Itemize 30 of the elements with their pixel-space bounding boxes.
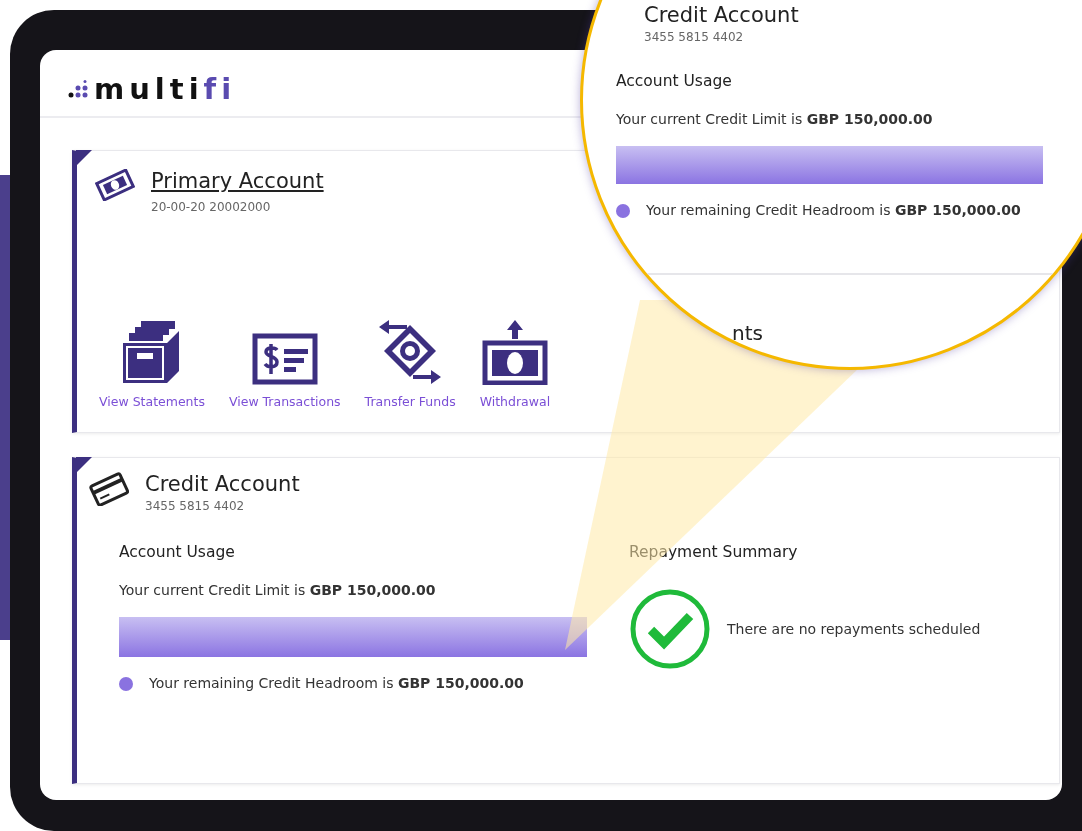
credit-limit-text: Your current Credit Limit is GBP 150,000.00 [119,581,437,601]
section-heading: Account Usage [616,71,733,93]
credit-headroom-text: Your remaining Credit Headroom is GBP 150,000.00 [646,201,1021,221]
withdrawal-link[interactable]: Withdrawal [479,393,551,412]
repayment-message: There are no repayments scheduled [727,619,981,639]
logo-text: fi [203,71,237,106]
corner-marker [76,150,92,166]
section-heading: Account Usage [119,542,236,564]
account-title-link[interactable]: Primary Account [151,169,324,195]
banknote-icon [95,169,135,201]
logo-dots-icon [68,80,90,98]
account-title: Credit Account [644,3,800,29]
action-link[interactable]: Transfer Funds [364,393,456,412]
credit-card-icon [89,472,129,506]
section-heading-fragment: nts [732,321,764,346]
account-number: 20-00-20 20002000 [151,199,272,217]
cash-withdrawal-icon [481,319,548,386]
legend-dot [119,676,133,691]
legend-dot [616,203,630,218]
account-number: 3455 5815 4402 [145,498,246,516]
check-circle-icon [629,588,711,671]
logo-text: multi [94,71,204,106]
section-heading: Repayment Summary [629,542,799,564]
action-link[interactable]: View Transactions [228,393,341,412]
credit-limit-text: Your current Credit Limit is GBP 150,000.00 [616,110,934,130]
action-link[interactable]: View Statements [99,393,205,412]
credit-headroom-text: Your remaining Credit Headroom is GBP 150,000.00 [149,674,524,694]
account-title: Credit Account [145,472,300,498]
cheque-icon [251,333,318,386]
account-number: 3455 5815 4402 [644,29,745,47]
